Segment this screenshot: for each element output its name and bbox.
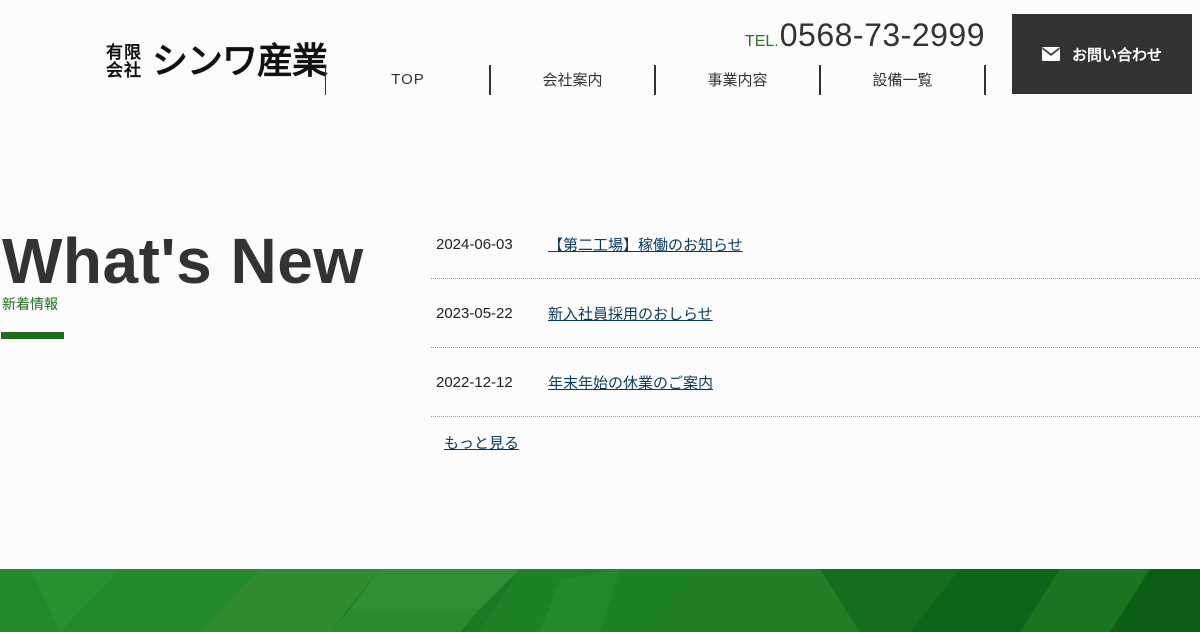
contact-button[interactable]: お問い合わせ <box>1012 14 1192 94</box>
nav-label-top: TOP <box>391 70 425 88</box>
news-item: 2024-06-03 【第二工場】稼働のお知らせ <box>431 210 1200 279</box>
more-news-link[interactable]: もっと見る <box>444 432 519 453</box>
phone-contact[interactable]: TEL. 0568-73-2999 <box>745 17 985 54</box>
tel-prefix: TEL. <box>744 33 779 50</box>
section-title-underline <box>1 332 64 339</box>
nav-item-equipment[interactable]: 設備一覧 <box>820 65 986 95</box>
company-logo[interactable]: 有限 会社 シンワ産業 <box>106 41 328 82</box>
contact-button-label: お問い合わせ <box>1071 45 1162 64</box>
nav-item-company[interactable]: 会社案内 <box>490 65 656 95</box>
news-link[interactable]: 年末年始の休業のご案内 <box>548 372 713 393</box>
logo-small-top: 有限 <box>106 43 142 63</box>
news-link[interactable]: 新入社員採用のおしらせ <box>548 303 713 324</box>
news-item: 2023-05-22 新入社員採用のおしらせ <box>431 279 1200 348</box>
logo-small-bottom: 会社 <box>106 61 142 81</box>
news-item: 2022-12-12 年末年始の休業のご案内 <box>431 348 1200 417</box>
news-date: 2022-12-12 <box>436 373 513 391</box>
news-link[interactable]: 【第二工場】稼働のお知らせ <box>548 234 743 255</box>
news-date: 2023-05-22 <box>436 304 513 322</box>
main-nav: TOP 会社案内 事業内容 設備一覧 <box>325 65 986 95</box>
news-list: 2024-06-03 【第二工場】稼働のお知らせ 2023-05-22 新入社員… <box>431 210 1200 417</box>
news-date: 2024-06-03 <box>436 235 513 253</box>
tel-number: 0568-73-2999 <box>779 17 985 53</box>
news-section-subtitle: 新着情報 <box>2 297 58 313</box>
logo-company-name: シンワ産業 <box>152 41 328 82</box>
nav-item-business[interactable]: 事業内容 <box>655 65 821 95</box>
nav-item-top[interactable]: TOP <box>325 65 491 95</box>
envelope-icon <box>1041 47 1060 61</box>
news-section-title: What's New <box>2 225 364 297</box>
logo-company-type: 有限 会社 <box>106 44 142 80</box>
nav-label-business: 事業内容 <box>707 70 768 89</box>
nav-label-company: 会社案内 <box>542 70 603 89</box>
green-polygon-pattern <box>0 569 1200 632</box>
nav-label-equipment: 設備一覧 <box>872 70 933 89</box>
footer-green-band <box>0 569 1200 632</box>
